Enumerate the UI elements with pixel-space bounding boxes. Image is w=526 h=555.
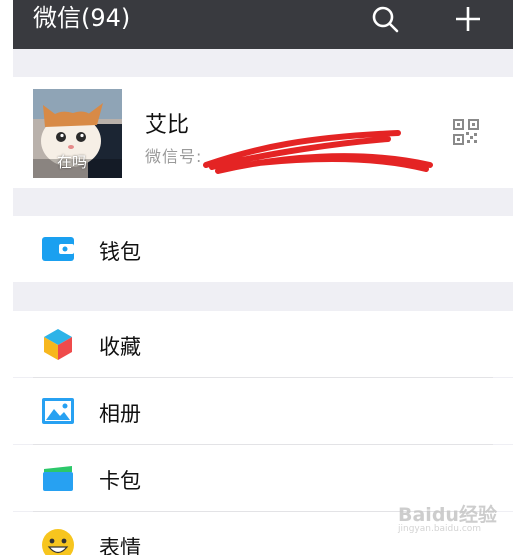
cards-label: 卡包 (99, 469, 141, 493)
wallet-icon (41, 232, 75, 266)
cube-icon (41, 327, 75, 361)
app-title: 微信(94) (33, 4, 131, 32)
redaction-scribble (203, 130, 433, 174)
qr-code-icon[interactable] (453, 119, 479, 149)
card-package-icon (41, 461, 75, 495)
avatar[interactable]: 在吗 (33, 89, 122, 178)
menu-item-wallet[interactable]: 钱包 (13, 216, 513, 282)
baidu-watermark: Baidu经验 jingyan.baidu.com (398, 500, 497, 534)
watermark-text: Baidu经验 (398, 504, 497, 526)
stickers-label: 表情 (99, 536, 141, 555)
search-icon[interactable] (370, 4, 400, 34)
plus-icon[interactable] (453, 4, 483, 34)
favorites-label: 收藏 (99, 335, 141, 359)
menu-item-album[interactable]: 相册 (13, 378, 513, 444)
top-nav-bar: 微信(94) (13, 0, 513, 49)
watermark-sub: jingyan.baidu.com (398, 524, 482, 534)
menu-item-favorites[interactable]: 收藏 (13, 311, 513, 377)
profile-name: 艾比 (145, 113, 190, 138)
wechat-me-screen: 微信(94) 在吗 艾比 微信号: 钱包 收藏 相册 卡包 表情 (13, 0, 513, 555)
avatar-caption: 在吗 (57, 153, 88, 171)
smiley-icon (41, 528, 75, 555)
album-icon (41, 394, 75, 428)
album-label: 相册 (99, 402, 141, 426)
profile-card[interactable]: 在吗 艾比 微信号: (13, 77, 513, 188)
wallet-label: 钱包 (99, 240, 141, 264)
wechat-id-label: 微信号: (145, 147, 203, 166)
